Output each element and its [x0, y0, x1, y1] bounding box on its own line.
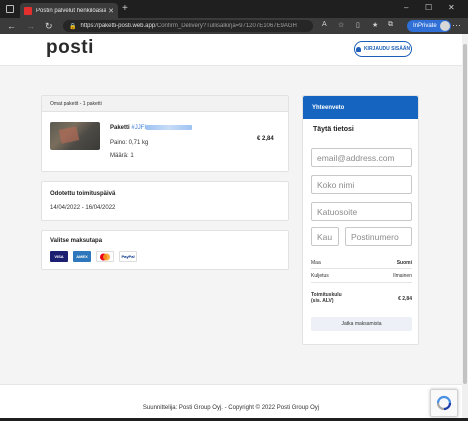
site-footer: Suunnittelija: Posti Group Oyj. - Copyri…: [0, 384, 462, 418]
delivery-dates: 14/04/2022 - 16/04/2022: [50, 205, 116, 211]
inprivate-label: InPrivate: [413, 23, 437, 29]
visa-icon[interactable]: VISA: [50, 251, 68, 262]
form-title: Täytä tietosi: [313, 126, 354, 133]
shipment-card-header: Omat paketit - 1 paketti: [42, 96, 288, 112]
browser-titlebar: Postin palvelut henkilöasiakkaille ✕ + –…: [0, 0, 468, 18]
city-field[interactable]: [311, 227, 339, 246]
country-row: Maa Suomi: [311, 260, 412, 266]
delivery-date-card: Odotettu toimituspäivä 14/04/2022 - 16/0…: [41, 181, 289, 221]
package-name: Paketti #JJFI: [110, 125, 193, 132]
shipping-value: Ilmainen: [393, 273, 412, 279]
new-tab-button[interactable]: +: [122, 4, 128, 14]
mastercard-icon[interactable]: [96, 251, 114, 262]
package-thumbnail: [50, 122, 100, 150]
site-header: posti KIRJAUDU SISÄÄN: [0, 34, 462, 66]
divider: [311, 268, 412, 269]
total-vat-note: (sis. ALV): [311, 298, 334, 304]
redacted-tracking: [146, 125, 193, 130]
split-screen-icon[interactable]: ▯: [356, 21, 360, 29]
country-label: Maa: [311, 260, 321, 266]
shipping-row: Kuljetus Ilmainen: [311, 273, 412, 279]
forward-icon[interactable]: →: [26, 20, 35, 32]
summary-header: Yhteenveto: [303, 96, 418, 119]
shipment-count: Omat paketit - 1 paketti: [50, 100, 102, 107]
recaptcha-icon: [436, 395, 452, 411]
reload-icon[interactable]: ↻: [45, 20, 53, 32]
street-address-field[interactable]: [311, 202, 412, 221]
scrollbar-thumb[interactable]: [463, 44, 467, 384]
workspaces-icon[interactable]: [6, 5, 14, 13]
minimize-icon[interactable]: –: [404, 3, 408, 12]
login-label: KIRJAUDU SISÄÄN: [363, 46, 411, 52]
mastercard-circles-icon: [100, 253, 110, 260]
lock-icon[interactable]: 🔒: [69, 23, 76, 30]
maximize-icon[interactable]: ☐: [425, 3, 432, 12]
posti-favicon-icon: [24, 6, 32, 15]
page-scrollbar[interactable]: [462, 34, 468, 418]
payment-title: Valitse maksutapa: [50, 238, 103, 244]
package-code: #JJFI: [131, 125, 147, 132]
footer-copyright: Suunnittelija: Posti Group Oyj. - Copyri…: [142, 405, 320, 411]
package-weight: Paino: 0,71 kg: [110, 140, 149, 146]
full-name-field[interactable]: [311, 175, 412, 194]
browser-toolbar: ← → ↻ 🔒 https://paketti-posti.web.app/Co…: [0, 18, 468, 34]
inprivate-badge[interactable]: InPrivate: [407, 20, 451, 32]
tab-close-icon[interactable]: ✕: [108, 7, 114, 15]
total-row: Toimituskulu (sis. ALV) € 2,84: [311, 292, 412, 304]
shipping-label: Kuljetus: [311, 273, 329, 279]
page-viewport: posti KIRJAUDU SISÄÄN Omat paketit - 1 p…: [0, 34, 462, 418]
package-quantity: Määrä: 1: [110, 153, 134, 159]
postal-code-field[interactable]: [345, 227, 412, 246]
recaptcha-badge[interactable]: [430, 389, 458, 417]
window-close-icon[interactable]: ✕: [448, 3, 455, 12]
more-icon[interactable]: ⋯: [452, 20, 461, 31]
continue-to-payment-button[interactable]: Jatka maksamista: [311, 317, 412, 331]
amex-icon[interactable]: AMEX: [73, 251, 91, 262]
tab-title: Postin palvelut henkilöasiakkaille: [36, 7, 107, 14]
divider: [311, 282, 412, 283]
package-price: € 2,84: [257, 136, 274, 142]
summary-panel: Yhteenveto Täytä tietosi Maa Suomi Kulje…: [302, 95, 419, 345]
posti-logo[interactable]: posti: [46, 37, 94, 59]
login-button[interactable]: KIRJAUDU SISÄÄN: [354, 41, 412, 57]
country-value: Suomi: [396, 260, 412, 266]
back-icon[interactable]: ←: [7, 20, 16, 32]
paypal-icon[interactable]: PayPal: [119, 251, 137, 262]
collections-icon[interactable]: ⧉: [388, 21, 393, 29]
total-value: € 2,84: [398, 296, 412, 302]
profile-avatar: [439, 21, 450, 31]
payment-method-card: Valitse maksutapa VISA AMEX PayPal: [41, 230, 289, 270]
browser-tab[interactable]: Postin palvelut henkilöasiakkaille ✕: [20, 3, 118, 18]
package-prefix: Paketti: [110, 125, 130, 132]
total-label-group: Toimituskulu (sis. ALV): [311, 292, 342, 304]
user-icon: [355, 46, 361, 52]
shipment-card: Omat paketit - 1 paketti Paketti #JJFI P…: [41, 95, 289, 172]
address-bar[interactable]: 🔒 https://paketti-posti.web.app/Confirm_…: [63, 20, 313, 32]
delivery-title: Odotettu toimituspäivä: [50, 191, 116, 197]
favorite-star-icon[interactable]: ☆: [338, 21, 344, 29]
email-field[interactable]: [311, 148, 412, 167]
favorites-icon[interactable]: ★: [372, 21, 378, 29]
url-text: https://paketti-posti.web.app/Confirm_De…: [80, 23, 297, 29]
read-aloud-icon[interactable]: A: [322, 21, 327, 28]
